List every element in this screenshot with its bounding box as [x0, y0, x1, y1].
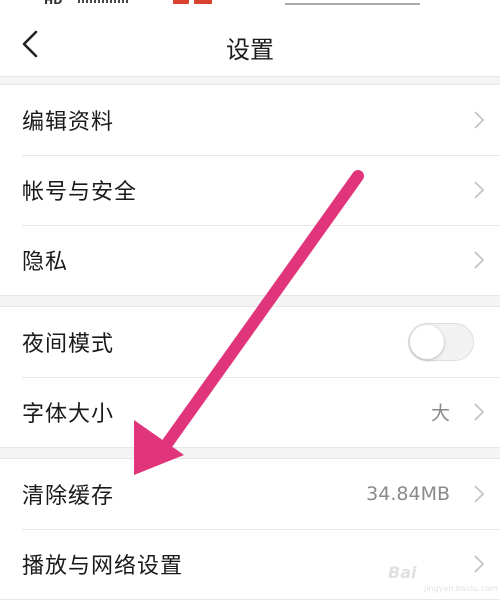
- row-label: 编辑资料: [22, 110, 115, 135]
- row-divider: [0, 599, 500, 600]
- page-title: 设置: [226, 36, 274, 64]
- notification-icon: [173, 0, 189, 4]
- watermark-subtext: jingyan.baidu.com: [424, 584, 498, 593]
- row-clear-cache[interactable]: 清除缓存 34.84MB: [0, 459, 500, 529]
- signal-icon: [78, 0, 128, 3]
- status-bar: HD: [0, 0, 500, 12]
- row-account-security[interactable]: 帐号与安全: [0, 155, 500, 225]
- header: 设置: [0, 12, 500, 76]
- status-icons: [285, 0, 420, 5]
- row-edit-profile[interactable]: 编辑资料: [0, 85, 500, 155]
- row-label: 清除缓存: [22, 484, 115, 509]
- night-mode-toggle[interactable]: [408, 323, 474, 361]
- hd-indicator: HD: [44, 0, 63, 7]
- row-label: 字体大小: [22, 402, 115, 427]
- chevron-right-icon: [474, 111, 485, 129]
- chevron-right-icon: [474, 251, 485, 269]
- section-divider: [0, 295, 500, 307]
- notification-icon: [194, 0, 212, 4]
- chevron-right-icon: [474, 485, 485, 503]
- row-label: 隐私: [22, 250, 69, 275]
- baidu-watermark: Bai jingyan.baidu.com: [364, 560, 498, 596]
- settings-screen: HD 设置 编辑资料 帐号与安全 隐私 夜间模式 字体大小 大 清除缓存 34.…: [0, 0, 500, 606]
- toggle-knob: [410, 325, 444, 359]
- cache-size-value: 34.84MB: [366, 483, 450, 505]
- row-label: 播放与网络设置: [22, 554, 184, 579]
- watermark-text: Bai: [388, 563, 417, 582]
- row-label: 帐号与安全: [22, 180, 138, 205]
- chevron-right-icon: [474, 403, 485, 421]
- row-night-mode[interactable]: 夜间模式: [0, 307, 500, 377]
- font-size-value: 大: [430, 402, 450, 425]
- row-label: 夜间模式: [22, 332, 115, 357]
- section-divider: [0, 447, 500, 459]
- row-font-size[interactable]: 字体大小 大: [0, 377, 500, 447]
- section-divider: [0, 76, 500, 85]
- chevron-right-icon: [474, 181, 485, 199]
- row-privacy[interactable]: 隐私: [0, 225, 500, 295]
